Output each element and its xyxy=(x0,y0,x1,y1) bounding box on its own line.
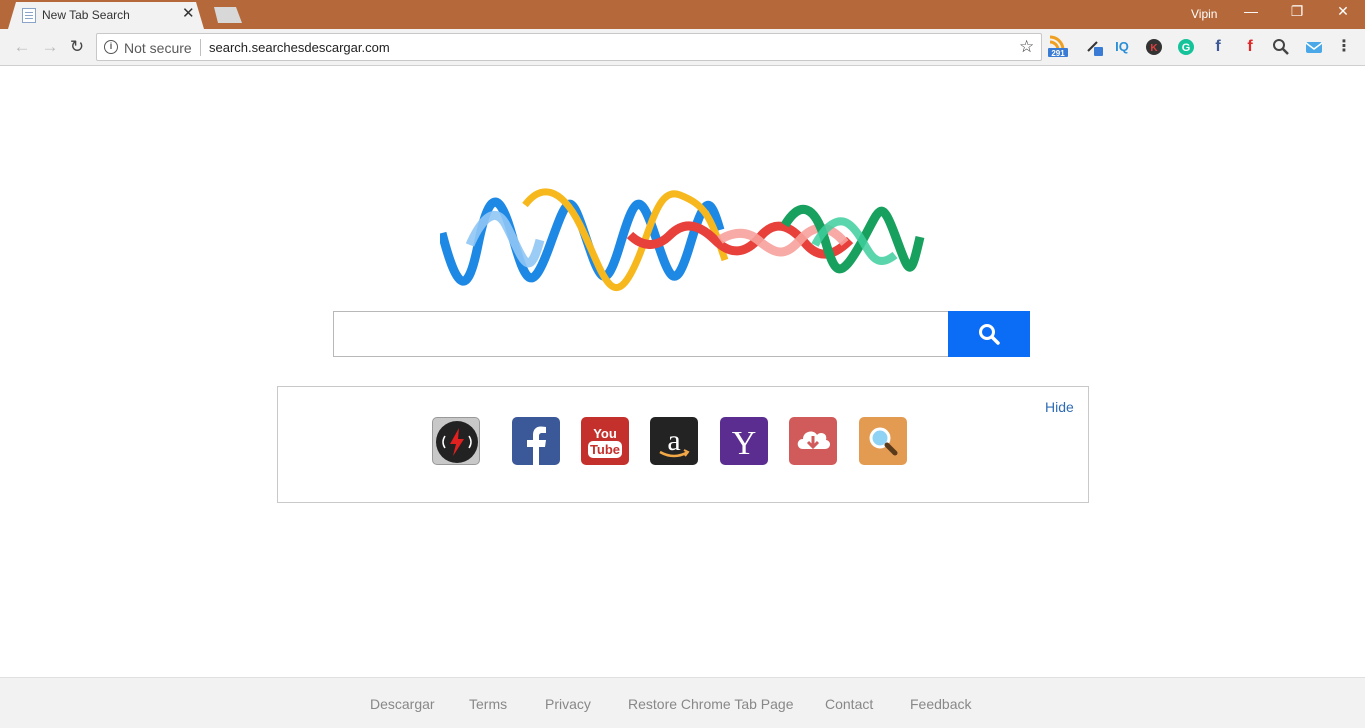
facebook-tile[interactable] xyxy=(512,417,560,465)
grammarly-icon[interactable]: G xyxy=(1177,38,1195,56)
url-text[interactable]: search.searchesdescargar.com xyxy=(209,40,390,55)
iq-icon[interactable]: IQ xyxy=(1113,38,1131,56)
title-bar: New Tab Search ✕ Vipin — ❐ ✕ xyxy=(0,0,1365,29)
extension-badge: 291 xyxy=(1051,49,1065,57)
new-tab-button[interactable] xyxy=(214,7,242,23)
forward-icon[interactable]: → xyxy=(40,37,60,57)
search-icon[interactable] xyxy=(1272,38,1290,56)
brand-logo xyxy=(440,188,925,291)
k-icon[interactable]: K xyxy=(1145,38,1163,56)
tab-title: New Tab Search xyxy=(42,8,130,22)
browser-toolbar: ← → ↻ i Not secure search.searchesdescar… xyxy=(0,29,1365,66)
search-icon xyxy=(979,324,1000,345)
address-bar[interactable]: i Not secure search.searchesdescargar.co… xyxy=(96,33,1042,61)
back-icon[interactable]: ← xyxy=(12,37,32,57)
svg-text:You: You xyxy=(593,426,617,441)
facebook-icon xyxy=(527,426,546,465)
svg-text:K: K xyxy=(1150,43,1158,54)
bookmark-star-icon[interactable]: ☆ xyxy=(1019,37,1034,57)
youtube-tile[interactable]: You Tube xyxy=(581,417,629,465)
footer: Descargar Terms Privacy Restore Chrome T… xyxy=(0,677,1365,728)
mail-icon[interactable] xyxy=(1305,38,1323,56)
download-icon xyxy=(797,431,831,450)
download-tile[interactable] xyxy=(789,417,837,465)
chrome-menu-icon[interactable]: ⋮ xyxy=(1335,38,1353,56)
tab-new-tab-search[interactable]: New Tab Search ✕ xyxy=(8,2,204,29)
search-button[interactable] xyxy=(948,311,1030,357)
radio-icon xyxy=(436,421,478,463)
page-icon xyxy=(22,8,36,23)
footer-link-feedback[interactable]: Feedback xyxy=(910,696,971,712)
hide-link[interactable]: Hide xyxy=(1045,399,1074,415)
radio-tile[interactable] xyxy=(432,417,480,465)
search-input[interactable] xyxy=(333,311,949,357)
shortcuts-panel: Hide You Tube a Y xyxy=(277,386,1089,503)
magnifier-icon xyxy=(869,427,898,456)
footer-link-terms[interactable]: Terms xyxy=(469,696,507,712)
close-window-icon[interactable]: ✕ xyxy=(1328,3,1358,20)
security-label[interactable]: Not secure xyxy=(124,40,192,56)
logo-wave-blue xyxy=(440,197,725,286)
info-icon[interactable]: i xyxy=(104,40,118,54)
footer-link-descargar[interactable]: Descargar xyxy=(370,696,435,712)
divider xyxy=(200,39,201,56)
rss-icon[interactable]: 291 xyxy=(1048,35,1068,58)
yahoo-icon: Y xyxy=(732,425,757,462)
youtube-icon: YouTube xyxy=(588,426,622,458)
facebook-icon[interactable]: f xyxy=(1209,38,1227,56)
footer-link-privacy[interactable]: Privacy xyxy=(545,696,591,712)
svg-text:Tube: Tube xyxy=(590,442,620,457)
svg-text:G: G xyxy=(1182,42,1191,54)
footer-link-contact[interactable]: Contact xyxy=(825,696,873,712)
amazon-icon: a xyxy=(659,424,690,458)
restore-icon[interactable]: ❐ xyxy=(1282,3,1312,20)
footer-link-restore-chrome-tab-page[interactable]: Restore Chrome Tab Page xyxy=(628,696,794,712)
profile-name[interactable]: Vipin xyxy=(1191,7,1217,21)
svg-text:Y: Y xyxy=(732,425,757,462)
tab-close-icon[interactable]: ✕ xyxy=(182,6,195,22)
minimize-icon[interactable]: — xyxy=(1236,3,1266,19)
amazon-tile[interactable]: a xyxy=(650,417,698,465)
yahoo-tile[interactable]: Y xyxy=(720,417,768,465)
svg-text:a: a xyxy=(667,424,680,457)
reload-icon[interactable]: ↻ xyxy=(67,37,87,57)
flipboard-f-icon[interactable]: f xyxy=(1241,38,1259,56)
eyedropper-icon[interactable] xyxy=(1085,38,1103,56)
search-tile[interactable] xyxy=(859,417,907,465)
